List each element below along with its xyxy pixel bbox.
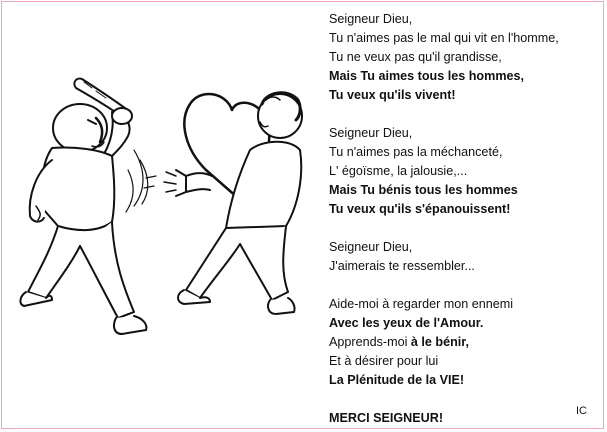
- stanza-gap: [329, 390, 599, 409]
- poem-line: Seigneur Dieu,: [329, 12, 413, 26]
- poem-line-part: Apprends-moi: [329, 335, 411, 349]
- poem-line-bold: Mais Tu bénis tous les hommes: [329, 183, 518, 197]
- poem-line: L' égoïsme, la jalousie,...: [329, 164, 468, 178]
- poem-line: J'aimerais te ressembler...: [329, 259, 475, 273]
- poem-line: Seigneur Dieu,: [329, 240, 413, 254]
- poem-line-part-bold: à le bénir,: [410, 335, 470, 349]
- stanza-gap: [329, 276, 599, 295]
- poem-line-mixed: Apprends-moi à le bénir,: [329, 333, 599, 352]
- poem-line: Aide-moi à regarder mon ennemi: [329, 297, 514, 311]
- poem-line: Tu ne veux pas qu'il grandisse,: [329, 50, 502, 64]
- poem-line-bold: Tu veux qu'ils vivent!: [329, 88, 456, 102]
- stanza-gap: [329, 105, 599, 124]
- poem-line-bold: Mais Tu aimes tous les hommes,: [329, 69, 525, 83]
- poem-line: Tu n'aimes pas le mal qui vit en l'homme…: [329, 31, 559, 45]
- poem: Seigneur Dieu, Tu n'aimes pas le mal qui…: [329, 10, 599, 428]
- poem-line: Seigneur Dieu,: [329, 126, 413, 140]
- poem-line: Tu n'aimes pas la méchanceté,: [329, 145, 503, 159]
- illustration: [19, 77, 303, 335]
- stanza-gap: [329, 219, 599, 238]
- poem-line: Et à désirer pour lui: [329, 354, 439, 368]
- poem-line-bold: La Plénitude de la VIE!: [329, 373, 465, 387]
- attacker-figure: [19, 77, 149, 335]
- poem-line-bold: Avec les yeux de l'Amour.: [329, 316, 484, 330]
- closing-line: MERCI SEIGNEUR!: [329, 411, 444, 425]
- defender-figure: [143, 91, 303, 315]
- poem-line-bold: Tu veux qu'ils s'épanouissent!: [329, 202, 511, 216]
- author-initials: IC: [576, 405, 587, 417]
